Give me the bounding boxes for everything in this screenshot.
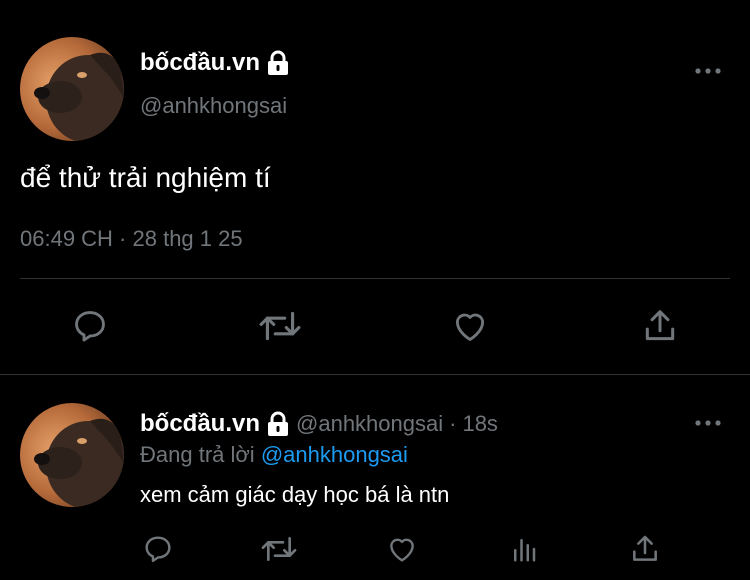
lock-icon xyxy=(266,50,290,76)
tweet-age[interactable]: 18s xyxy=(462,411,497,437)
tweet-text: để thử trải nghiệm tí xyxy=(20,162,271,193)
more-icon[interactable] xyxy=(690,61,726,81)
mention-link[interactable]: @anhkhongsai xyxy=(261,442,408,467)
divider xyxy=(20,278,730,279)
share-icon[interactable] xyxy=(623,527,667,571)
retweet-icon[interactable] xyxy=(258,304,302,348)
display-name[interactable]: bốcđầu.vn xyxy=(140,410,290,438)
reply-header: bốcđầu.vn @anhkhongsai · 18s xyxy=(140,410,498,438)
divider xyxy=(0,374,750,375)
share-icon[interactable] xyxy=(638,304,682,348)
retweet-icon[interactable] xyxy=(257,527,301,571)
handle[interactable]: @anhkhongsai xyxy=(140,93,287,119)
display-name[interactable]: bốcđầu.vn xyxy=(140,49,290,77)
more-icon[interactable] xyxy=(690,413,726,433)
avatar[interactable] xyxy=(20,37,124,141)
separator: · xyxy=(449,411,457,436)
lock-icon xyxy=(266,411,290,437)
display-name-text: bốcđầu.vn xyxy=(140,49,261,76)
reply-icon[interactable] xyxy=(68,304,112,348)
handle[interactable]: @anhkhongsai xyxy=(296,411,443,437)
avatar[interactable] xyxy=(20,403,124,507)
heart-icon[interactable] xyxy=(380,527,424,571)
display-name-text: bốcđầu.vn xyxy=(140,410,261,437)
views-icon[interactable] xyxy=(502,527,546,571)
timestamp[interactable]: 06:49 CH · 28 thg 1 25 xyxy=(20,226,243,252)
heart-icon[interactable] xyxy=(448,304,492,348)
replying-to: Đang trả lời @anhkhongsai xyxy=(140,442,408,468)
replying-prefix: Đang trả lời xyxy=(140,442,255,467)
reply-icon[interactable] xyxy=(136,527,180,571)
reply-text: xem cảm giác dạy học bá là ntn xyxy=(140,482,450,507)
